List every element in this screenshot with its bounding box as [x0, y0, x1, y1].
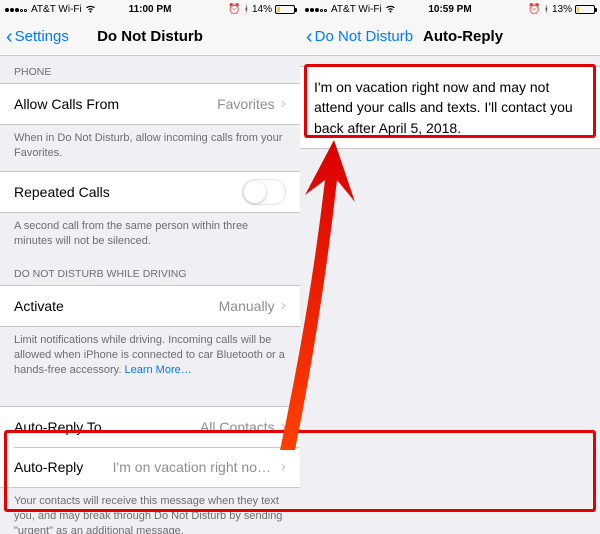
- cell-allow-calls-from[interactable]: Allow Calls From Favorites ›: [0, 84, 300, 124]
- wifi-icon: [85, 5, 96, 13]
- nav-title: Auto-Reply: [423, 28, 503, 45]
- group-repeated: Repeated Calls: [0, 171, 300, 213]
- carrier-label: AT&T Wi-Fi: [331, 4, 382, 15]
- battery-pct-label: 14%: [252, 4, 272, 15]
- battery-icon: [575, 5, 595, 14]
- wifi-icon: [385, 5, 396, 13]
- carrier-label: AT&T Wi-Fi: [31, 4, 82, 15]
- chevron-right-icon: ›: [281, 418, 286, 436]
- back-button[interactable]: ‹ Do Not Disturb: [306, 27, 413, 47]
- cell-label: Allow Calls From: [14, 96, 119, 112]
- footer-repeated: A second call from the same person withi…: [0, 213, 300, 259]
- status-bar: AT&T Wi-Fi 10:59 PM ⏰ ᚼ 13%: [300, 0, 600, 18]
- left-screen: AT&T Wi-Fi 11:00 PM ⏰ ᚼ 14% ‹ Settings D…: [0, 0, 300, 534]
- chevron-left-icon: ‹: [306, 27, 313, 47]
- cell-value: Manually: [211, 298, 275, 314]
- cell-label: Activate: [14, 298, 64, 314]
- battery-pct-label: 13%: [552, 4, 572, 15]
- back-label: Do Not Disturb: [315, 28, 413, 45]
- footer-allow-calls: When in Do Not Disturb, allow incoming c…: [0, 125, 300, 171]
- chevron-left-icon: ‹: [6, 27, 13, 47]
- footer-autoreply: Your contacts will receive this message …: [0, 488, 300, 534]
- chevron-right-icon: ›: [281, 458, 286, 476]
- nav-bar: ‹ Do Not Disturb Auto-Reply: [300, 18, 600, 56]
- chevron-right-icon: ›: [281, 95, 286, 113]
- nav-bar: ‹ Settings Do Not Disturb: [0, 18, 300, 56]
- bluetooth-icon: ᚼ: [544, 4, 549, 14]
- clock-label: 11:00 PM: [129, 4, 172, 15]
- cell-auto-reply[interactable]: Auto-Reply I'm on vacation right now an……: [0, 447, 300, 487]
- learn-more-link[interactable]: Learn More…: [124, 364, 191, 376]
- signal-icon: [305, 4, 328, 15]
- right-screen: AT&T Wi-Fi 10:59 PM ⏰ ᚼ 13% ‹ Do Not Dis…: [300, 0, 600, 534]
- back-label: Settings: [15, 28, 69, 45]
- battery-icon: [275, 5, 295, 14]
- group-allow-calls: Allow Calls From Favorites ›: [0, 83, 300, 125]
- nav-title: Do Not Disturb: [97, 28, 203, 45]
- auto-reply-message-field[interactable]: I'm on vacation right now and may not at…: [300, 66, 600, 149]
- cell-repeated-calls[interactable]: Repeated Calls: [0, 172, 300, 212]
- cell-value: I'm on vacation right now an…: [105, 459, 275, 475]
- alarm-icon: ⏰: [228, 4, 240, 15]
- cell-label: Auto-Reply: [14, 459, 83, 475]
- section-header-phone: PHONE: [0, 56, 300, 83]
- bluetooth-icon: ᚼ: [244, 4, 249, 14]
- group-autoreply: Auto-Reply To All Contacts › Auto-Reply …: [0, 406, 300, 488]
- section-header-driving: DO NOT DISTURB WHILE DRIVING: [0, 258, 300, 285]
- clock-label: 10:59 PM: [428, 4, 471, 15]
- cell-activate[interactable]: Activate Manually ›: [0, 286, 300, 326]
- cell-auto-reply-to[interactable]: Auto-Reply To All Contacts ›: [0, 407, 300, 447]
- alarm-icon: ⏰: [528, 4, 540, 15]
- cell-value: Favorites: [209, 96, 275, 112]
- back-button[interactable]: ‹ Settings: [6, 27, 69, 47]
- chevron-right-icon: ›: [281, 297, 286, 315]
- cell-label: Repeated Calls: [14, 184, 110, 200]
- footer-activate: Limit notifications while driving. Incom…: [0, 327, 300, 388]
- cell-value: All Contacts: [192, 419, 275, 435]
- group-activate: Activate Manually ›: [0, 285, 300, 327]
- cell-label: Auto-Reply To: [14, 419, 102, 435]
- signal-icon: [5, 4, 28, 15]
- status-bar: AT&T Wi-Fi 11:00 PM ⏰ ᚼ 14%: [0, 0, 300, 18]
- repeated-calls-toggle[interactable]: [242, 179, 286, 205]
